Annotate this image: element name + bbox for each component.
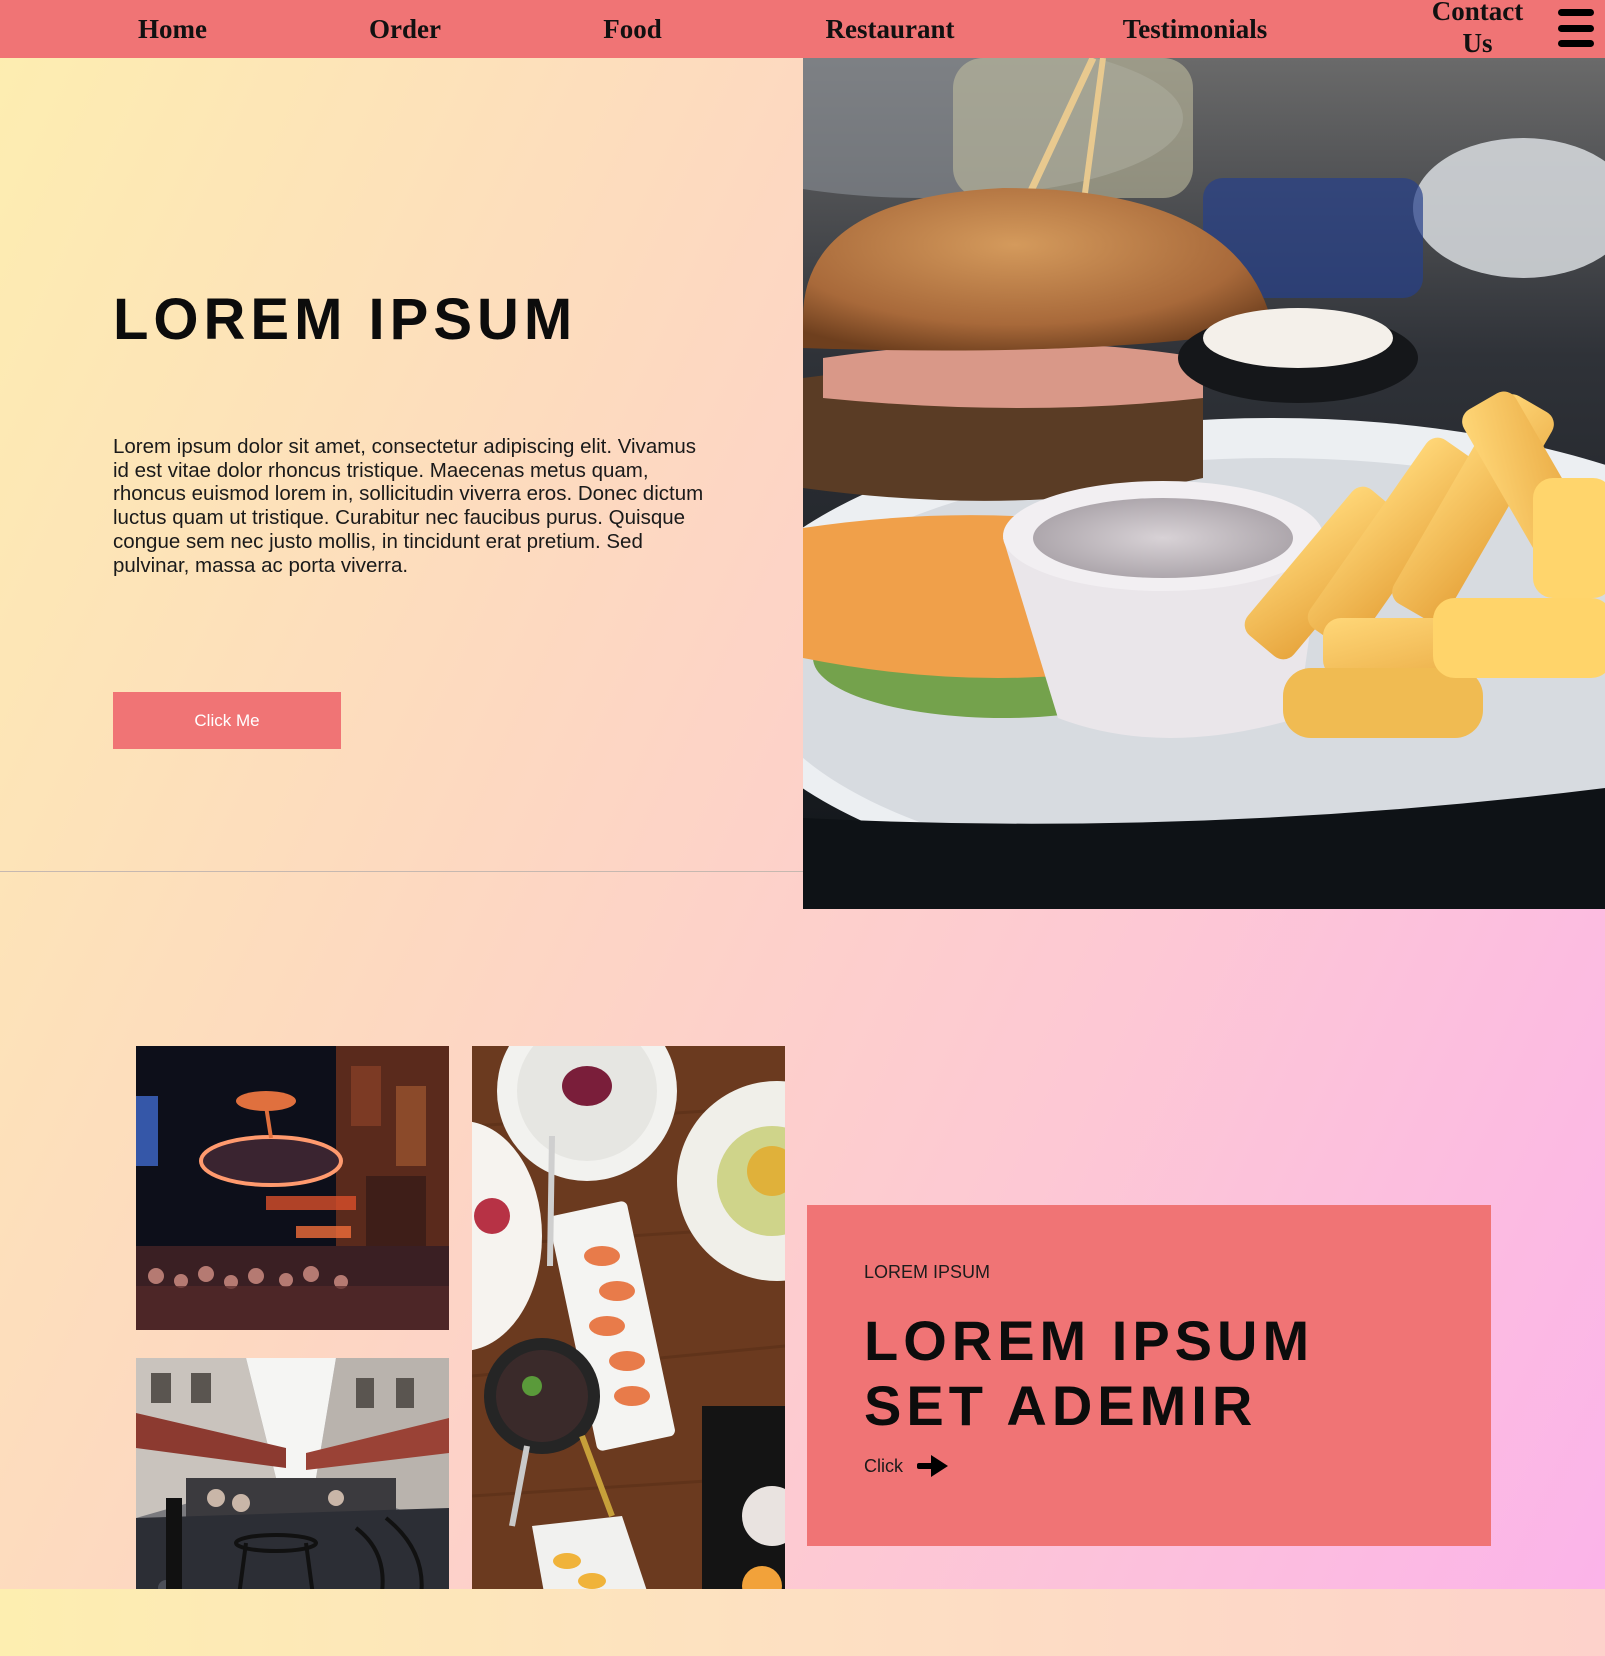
hamburger-bar — [1558, 9, 1594, 16]
restaurant-dishes-table-photo — [472, 1046, 785, 1637]
promo-title-line2: SET ADEMIR — [864, 1374, 1258, 1437]
promo-eyebrow: LOREM IPSUM — [864, 1262, 991, 1282]
promo-title: LOREM IPSUM SET ADEMIR — [864, 1308, 1484, 1438]
click-me-button[interactable]: Click Me — [113, 692, 341, 749]
promo-click-link[interactable]: Click — [864, 1455, 949, 1477]
hamburger-bar — [1558, 24, 1594, 32]
hamburger-bar — [1558, 40, 1594, 47]
hero-title: LOREM IPSUM — [113, 287, 578, 352]
arrow-right-icon — [917, 1455, 949, 1477]
nav-home[interactable]: Home — [120, 0, 225, 58]
promo-card: LOREM IPSUM LOREM IPSUM SET ADEMIR Click — [807, 1205, 1491, 1546]
top-nav: Home Order Food Restaurant Testimonials … — [0, 0, 1605, 58]
promo-link-label: Click — [864, 1455, 903, 1476]
hero-description: Lorem ipsum dolor sit amet, consectetur … — [113, 435, 704, 577]
nav-food[interactable]: Food — [590, 0, 675, 58]
stage-neon-sign-street-photo — [136, 1046, 449, 1330]
hamburger-menu-icon[interactable] — [1558, 9, 1594, 47]
hero-divider — [0, 871, 803, 872]
bottom-strip — [0, 1589, 1605, 1656]
promo-title-line1: LOREM IPSUM — [864, 1309, 1315, 1372]
nav-contact-us[interactable]: Contact Us — [1420, 0, 1535, 58]
nav-order[interactable]: Order — [355, 0, 455, 58]
nav-restaurant[interactable]: Restaurant — [815, 0, 965, 58]
burger-and-fries-photo — [803, 58, 1605, 909]
nav-testimonials[interactable]: Testimonials — [1110, 0, 1280, 58]
